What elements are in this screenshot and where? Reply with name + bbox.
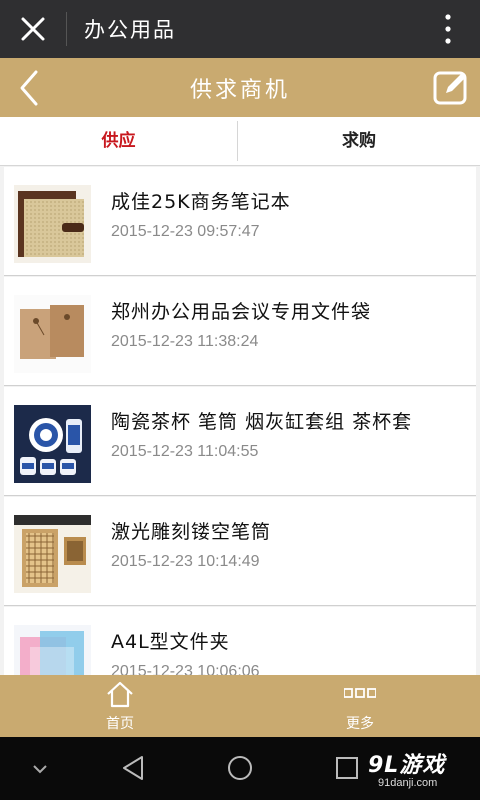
- list-item[interactable]: 成佳25K商务笔记本 2015-12-23 09:57:47: [4, 167, 476, 276]
- titlebar-divider: [66, 12, 67, 46]
- item-name: 激光雕刻镂空笔筒: [111, 521, 272, 543]
- item-time: 2015-12-23 11:04:55: [111, 443, 259, 460]
- list-item[interactable]: A4L型文件夹 2015-12-23 10:06:06: [4, 607, 476, 675]
- bottom-nav: 首页 更多: [0, 675, 480, 737]
- back-triangle-icon[interactable]: [118, 753, 148, 783]
- system-nav-bar: 9L游戏 91danji.com: [0, 737, 480, 800]
- watermark-logo: 9L游戏: [368, 753, 446, 778]
- item-name: A4L型文件夹: [111, 631, 230, 653]
- nav-more-label: 更多: [346, 716, 374, 732]
- window-title: 办公用品: [84, 18, 176, 42]
- item-time: 2015-12-23 10:14:49: [111, 553, 260, 570]
- grid-more-icon: [344, 688, 376, 698]
- item-time: 2015-12-23 09:57:47: [111, 223, 260, 240]
- item-time: 2015-12-23 10:06:06: [111, 663, 260, 675]
- nav-more-button[interactable]: 更多: [300, 675, 420, 737]
- watermark: 9L游戏 91danji.com: [368, 747, 464, 795]
- close-icon[interactable]: [18, 14, 48, 44]
- item-time: 2015-12-23 11:38:24: [111, 333, 259, 350]
- nav-home-label: 首页: [106, 716, 134, 732]
- page-title: 供求商机: [189, 78, 290, 103]
- document-bag-image: [14, 295, 91, 373]
- window-titlebar: 办公用品: [0, 0, 480, 58]
- list-item[interactable]: 郑州办公用品会议专用文件袋 2015-12-23 11:38:24: [4, 277, 476, 386]
- notebook-image: [14, 185, 91, 263]
- home-circle-icon[interactable]: [225, 753, 255, 783]
- item-name: 成佳25K商务笔记本: [111, 191, 291, 213]
- pen-holder-image: [14, 515, 91, 593]
- tab-purchase[interactable]: 求购: [238, 117, 480, 165]
- list-item[interactable]: 陶瓷茶杯 笔筒 烟灰缸套组 茶杯套 2015-12-23 11:04:55: [4, 387, 476, 496]
- chevron-down-icon[interactable]: [30, 759, 50, 779]
- home-icon: [107, 681, 133, 708]
- ceramic-set-image: [14, 405, 91, 483]
- more-vertical-icon[interactable]: [444, 12, 452, 46]
- l-folder-image: [14, 625, 91, 675]
- item-name: 郑州办公用品会议专用文件袋: [111, 301, 372, 323]
- page-header: 供求商机: [0, 58, 480, 117]
- item-name: 陶瓷茶杯 笔筒 烟灰缸套组 茶杯套: [111, 411, 413, 433]
- tab-bar: 供应 求购: [0, 117, 480, 166]
- nav-home-button[interactable]: 首页: [60, 675, 180, 737]
- edit-icon[interactable]: [432, 68, 470, 106]
- recent-apps-icon[interactable]: [332, 753, 362, 783]
- tab-supply[interactable]: 供应: [0, 117, 237, 165]
- product-list: 成佳25K商务笔记本 2015-12-23 09:57:47 郑州办公用品会议专…: [4, 167, 476, 675]
- watermark-url: 91danji.com: [378, 777, 438, 789]
- list-item[interactable]: 激光雕刻镂空笔筒 2015-12-23 10:14:49: [4, 497, 476, 606]
